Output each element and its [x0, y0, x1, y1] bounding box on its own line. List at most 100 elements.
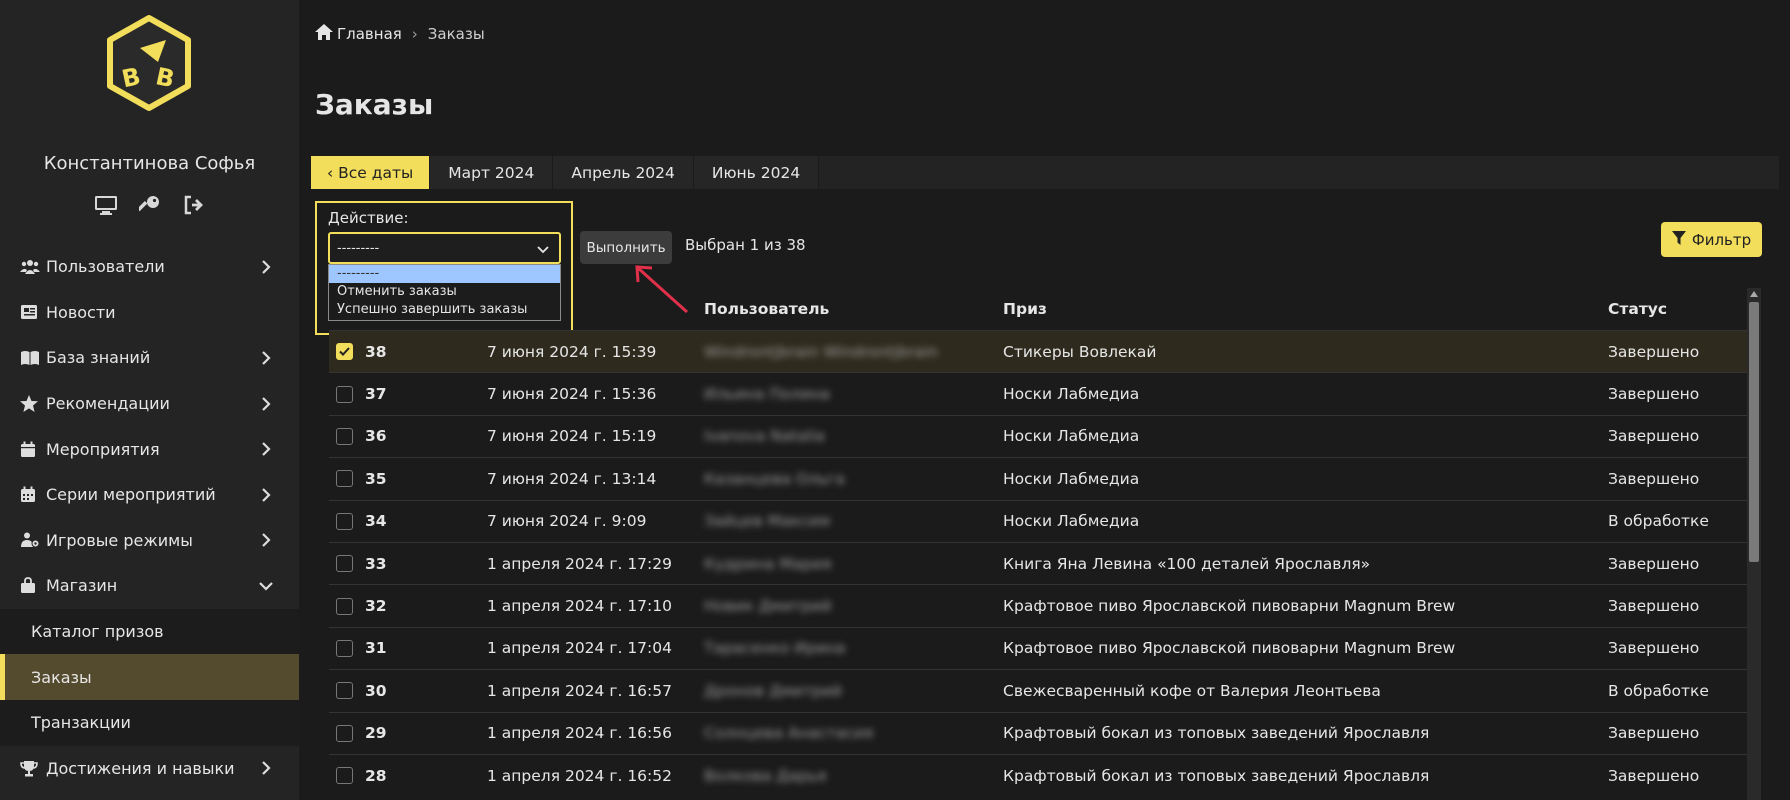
order-id-link[interactable]: 28	[359, 767, 487, 785]
logo-icon[interactable]: B B	[100, 14, 198, 112]
row-checkbox[interactable]	[336, 639, 353, 657]
key-icon[interactable]	[138, 193, 162, 217]
order-id-link[interactable]: 32	[359, 597, 487, 615]
row-checkbox[interactable]	[336, 724, 353, 742]
tab-april-2024[interactable]: Апрель 2024	[553, 156, 694, 189]
order-date: 1 апреля 2024 г. 17:04	[487, 639, 672, 658]
action-select-value: ---------	[337, 240, 380, 256]
order-id-link[interactable]: 31	[359, 639, 487, 657]
filter-icon	[1671, 230, 1686, 249]
chevron-right-icon	[259, 260, 273, 274]
table-row[interactable]: 38 7 июня 2024 г. 15:39 Windrontjbrain Win…	[329, 330, 1749, 373]
order-id-link[interactable]: 37	[359, 385, 487, 403]
sidebar-item-events[interactable]: Мероприятия	[0, 426, 299, 472]
row-checkbox[interactable]	[336, 427, 353, 445]
sidebar-item-event-series[interactable]: Серии мероприятий	[0, 472, 299, 518]
home-icon	[315, 24, 333, 44]
order-user: Ильина Полина	[704, 385, 831, 404]
filter-button[interactable]: Фильтр	[1661, 222, 1762, 257]
order-status: Завершено	[1608, 385, 1700, 404]
chevron-down-icon	[536, 242, 550, 256]
order-user: Тарасенко Ирина	[704, 639, 846, 658]
order-id-link[interactable]: 35	[359, 470, 487, 488]
breadcrumb-home[interactable]: Главная	[315, 24, 402, 44]
table-row[interactable]: 30 1 апреля 2024 г. 16:57 Дронов Дмитрий Св…	[329, 669, 1749, 711]
bag-icon	[20, 577, 42, 595]
dropdown-option-empty[interactable]: ---------	[329, 265, 560, 283]
run-button[interactable]: Выполнить	[580, 231, 672, 264]
sidebar-subitem-transactions[interactable]: Транзакции	[0, 699, 299, 746]
row-checkbox-cell	[329, 639, 359, 657]
table-row[interactable]: 34 7 июня 2024 г. 9:09 Зайцев Максим Носки …	[329, 499, 1749, 542]
logout-icon[interactable]	[182, 193, 206, 217]
news-icon	[20, 303, 42, 321]
user-name: Константинова Софья	[43, 153, 256, 174]
book-icon	[20, 349, 42, 367]
table-row[interactable]: 32 1 апреля 2024 г. 17:10 Новик Дмитрий Кра…	[329, 584, 1749, 626]
row-checkbox[interactable]	[336, 597, 353, 615]
sidebar-item-knowledge-base[interactable]: База знаний	[0, 335, 299, 381]
calendar-icon	[20, 440, 42, 458]
order-prize: Носки Лабмедиа	[1003, 469, 1140, 488]
row-checkbox[interactable]	[336, 385, 353, 403]
sidebar-subitem-orders[interactable]: Заказы	[0, 654, 299, 700]
filter-button-label: Фильтр	[1691, 230, 1752, 249]
order-user: Ivanova Natalia	[704, 427, 825, 446]
row-checkbox[interactable]	[336, 767, 353, 785]
header-status[interactable]: Статус	[1608, 300, 1748, 318]
row-checkbox[interactable]	[336, 512, 353, 530]
order-id-link[interactable]: 33	[359, 555, 487, 573]
order-prize: Крафтовое пиво Ярославской пивоварни Mag…	[1003, 639, 1456, 658]
order-id-link[interactable]: 38	[359, 343, 487, 361]
sidebar-item-shop[interactable]: Магазин	[0, 563, 299, 609]
action-select[interactable]: ---------	[328, 232, 561, 264]
table-row[interactable]: 37 7 июня 2024 г. 15:36 Ильина Полина Носки…	[329, 372, 1749, 414]
sidebar-item-label: Серии мероприятий	[46, 485, 216, 505]
table-row[interactable]: 29 1 апреля 2024 г. 16:56 Солнцева Анастас…	[329, 711, 1749, 754]
monitor-icon[interactable]	[94, 193, 118, 217]
order-id-link[interactable]: 34	[359, 512, 487, 530]
table-row[interactable]: 36 7 июня 2024 г. 15:19 Ivanova Natalia Нос…	[329, 414, 1749, 457]
order-user: Зайцев Максим	[704, 512, 831, 531]
row-checkbox[interactable]	[336, 343, 353, 361]
order-prize: Носки Лабмедиа	[1003, 385, 1140, 404]
order-date: 1 апреля 2024 г. 16:56	[487, 724, 672, 743]
order-prize: Носки Лабмедиа	[1003, 512, 1140, 531]
sidebar-subitem-prize-catalog[interactable]: Каталог призов	[0, 608, 299, 655]
scroll-up-icon[interactable]	[1750, 291, 1758, 297]
tab-june-2024[interactable]: Июнь 2024	[693, 156, 820, 189]
sidebar-item-news[interactable]: Новости	[0, 290, 299, 336]
breadcrumb-current: Заказы	[427, 25, 485, 43]
header-prize[interactable]: Приз	[1003, 300, 1608, 318]
chevron-right-icon	[259, 761, 273, 776]
order-prize: Носки Лабмедиа	[1003, 427, 1140, 446]
date-tabs: ‹ Все даты Март 2024 Апрель 2024 Июнь 20…	[311, 156, 1779, 189]
row-checkbox[interactable]	[336, 682, 353, 700]
sidebar-item-users[interactable]: Пользователи	[0, 244, 299, 290]
header-user[interactable]: Пользователь	[704, 300, 1003, 318]
tab-all-dates[interactable]: ‹ Все даты	[311, 156, 431, 189]
row-checkbox-cell	[329, 724, 359, 742]
table-row[interactable]: 33 1 апреля 2024 г. 17:29 Кудрина Мария Кни…	[329, 541, 1749, 584]
table-scrollbar[interactable]	[1747, 288, 1761, 800]
table-row[interactable]: 28 1 апреля 2024 г. 16:52 Волкова Дарья Кра…	[329, 753, 1749, 796]
order-user: Солнцева Анастасия	[704, 724, 874, 743]
order-prize: Книга Яна Левина «100 деталей Ярославля»	[1003, 554, 1371, 573]
order-id-link[interactable]: 29	[359, 724, 487, 742]
table-row[interactable]: 31 1 апреля 2024 г. 17:04 Тарасенко Ирина К…	[329, 626, 1749, 669]
order-status: В обработке	[1608, 512, 1709, 531]
chevron-right-icon	[259, 442, 273, 456]
order-id-link[interactable]: 36	[359, 427, 487, 445]
row-checkbox[interactable]	[336, 555, 353, 573]
row-checkbox[interactable]	[336, 470, 353, 488]
order-id-link[interactable]: 30	[359, 682, 487, 700]
table-row[interactable]: 35 7 июня 2024 г. 13:14 Казанцева Ольга Нос…	[329, 457, 1749, 499]
breadcrumb: Главная › Заказы	[315, 24, 485, 44]
sidebar-item-recommendations[interactable]: Рекомендации	[0, 381, 299, 427]
sidebar-item-game-modes[interactable]: Игровые режимы	[0, 518, 299, 564]
tab-march-2024[interactable]: Март 2024	[430, 156, 554, 189]
sidebar-item-achievements[interactable]: Достижения и навыки	[0, 746, 299, 792]
order-status: Завершено	[1608, 597, 1700, 616]
scroll-thumb[interactable]	[1749, 302, 1759, 562]
order-user: Волкова Дарья	[704, 766, 827, 785]
